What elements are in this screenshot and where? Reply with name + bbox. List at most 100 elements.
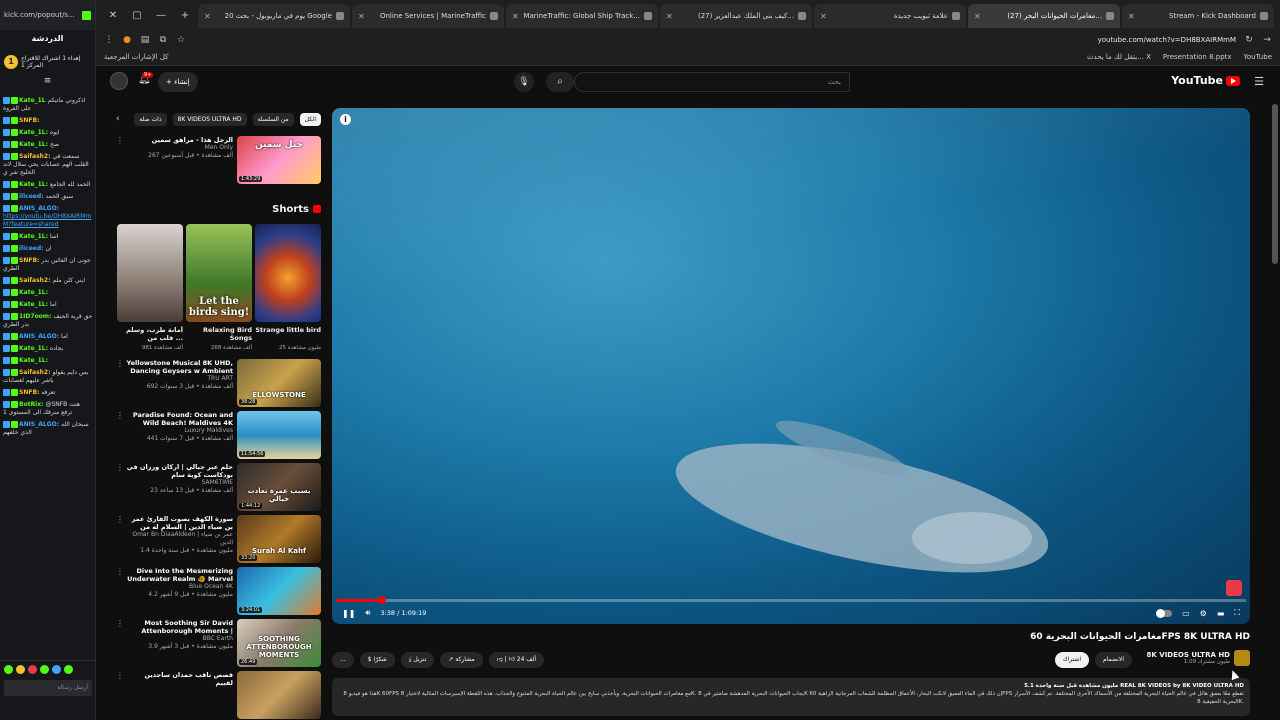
more-options-icon[interactable]: ⋮: [116, 136, 124, 184]
like-dislike-button[interactable]: 👎︎ | 👍︎ 24 ألف: [488, 652, 545, 668]
theater-mode-icon[interactable]: ▬: [1217, 609, 1225, 618]
chip[interactable]: من السلسلة: [252, 112, 294, 126]
chat-username[interactable]: Kate_1L:: [19, 289, 48, 296]
more-options-icon[interactable]: ⋮: [116, 463, 124, 511]
chat-username[interactable]: Kate_1L: [19, 97, 46, 104]
chat-username[interactable]: Kate_1L:: [19, 357, 48, 364]
chat-username[interactable]: Kate_1L:: [19, 141, 48, 148]
rec-video[interactable]: ⋮ Yellowstone Musical 8K UHD, Dancing Gey…: [116, 359, 321, 407]
mic-icon[interactable]: 🎙︎: [514, 72, 534, 92]
browser-tab[interactable]: ✕ 20 يوم في ماريوبول - بحث Google: [198, 4, 350, 28]
scrollbar[interactable]: [1272, 104, 1278, 264]
volume-icon[interactable]: 🔊︎: [365, 608, 370, 618]
channel-watermark-icon[interactable]: [1226, 580, 1242, 596]
rec-thumbnail[interactable]: ELLOWSTONE 38:28: [237, 359, 321, 407]
avatar[interactable]: [110, 72, 128, 90]
rec-thumbnail[interactable]: بسبب عمرة تعادت خيالي 1:44:12: [237, 463, 321, 511]
tab-close-icon[interactable]: ✕: [666, 12, 673, 21]
emote-icon[interactable]: [16, 665, 25, 674]
rec-video[interactable]: ⋮ الرجل هذا - مراهق سمين Men Only 267 أل…: [116, 136, 321, 184]
bookmark-item[interactable]: يتقل لك ما يحدث... X: [1087, 53, 1151, 61]
rec-video[interactable]: ⋮ Most Soothing Sir David Attenborough Mo…: [116, 619, 321, 667]
chat-username[interactable]: iliceed:: [19, 193, 44, 200]
browser-tab[interactable]: ✕ علامة تبويب جديدة: [814, 4, 966, 28]
channel-avatar[interactable]: [1234, 650, 1250, 666]
chat-username[interactable]: Kate_1L:: [19, 301, 48, 308]
more-options-icon[interactable]: ⋮: [116, 671, 124, 719]
hamburger-menu-icon[interactable]: ☰: [1254, 75, 1264, 88]
close-window-icon[interactable]: ✕: [102, 6, 124, 26]
chat-username[interactable]: SNFB:: [19, 389, 39, 396]
rec-thumbnail[interactable]: 3:24:01: [237, 567, 321, 615]
chat-username[interactable]: SNFB:: [19, 257, 39, 264]
search-input[interactable]: بحث: [574, 72, 850, 92]
browser-tab[interactable]: ✕ Stream - Kick Dashboard: [1122, 4, 1274, 28]
channel-info[interactable]: 8K VIDEOS ULTRA HD 1.09 مليون مشترك: [1147, 650, 1250, 666]
tab-close-icon[interactable]: ✕: [974, 12, 981, 21]
more-options-icon[interactable]: ⋮: [116, 515, 124, 563]
menu-icon[interactable]: ⋮: [104, 35, 114, 45]
youtube-logo[interactable]: YouTube: [1171, 74, 1240, 87]
short-thumbnail[interactable]: [255, 224, 321, 322]
short-item[interactable]: Strange little bird 25 مليون مشاهدة: [255, 224, 321, 351]
join-button[interactable]: الانضمام: [1095, 652, 1132, 668]
profile-icon[interactable]: ●: [122, 35, 132, 45]
back-icon[interactable]: →: [1262, 35, 1272, 45]
chip-selected[interactable]: الكل: [299, 112, 321, 126]
rec-video[interactable]: ⋮ قصص ناقب حمدان ساجدين لقبيم: [116, 671, 321, 719]
browser-tab[interactable]: ✕ Online Services | MarineTraffic: [352, 4, 504, 28]
rec-thumbnail[interactable]: Surah Al Kahf 33:20: [237, 515, 321, 563]
chat-username[interactable]: Kate_1L:: [19, 181, 48, 188]
more-options-icon[interactable]: ⋮: [116, 411, 124, 459]
chevron-down-icon[interactable]: ≡: [0, 76, 95, 86]
chat-username[interactable]: iliceed:: [19, 245, 44, 252]
new-tab-icon[interactable]: +: [174, 6, 196, 26]
emote-icon[interactable]: [40, 665, 49, 674]
tab-close-icon[interactable]: ✕: [512, 12, 519, 21]
download-button[interactable]: ⤓ تنزيل: [400, 652, 435, 668]
chat-username[interactable]: Saifash2:: [19, 277, 51, 284]
short-thumbnail[interactable]: Let the birds sing!: [186, 224, 252, 322]
chip[interactable]: ذات صلة: [134, 112, 167, 126]
tab-close-icon[interactable]: ✕: [358, 12, 365, 21]
bookmark-item[interactable]: Presentation 8.pptx: [1163, 53, 1232, 61]
rec-video[interactable]: ⋮ سورة الكهف بصوت القارئ عمر بن ضياء الدي…: [116, 515, 321, 563]
rec-thumbnail[interactable]: SOOTHING ATTENBOROUGH MOMENTS 26:49: [237, 619, 321, 667]
chat-username[interactable]: ANIS_ALGO:: [19, 205, 59, 212]
chat-username[interactable]: SNFB:: [19, 117, 39, 124]
short-item[interactable]: Let the birds sing! Relaxing Bird Songs …: [186, 224, 252, 351]
chat-username[interactable]: Kate_1L:: [19, 345, 48, 352]
fullscreen-icon[interactable]: ⛶: [1234, 608, 1240, 618]
chat-username[interactable]: BotRix:: [19, 401, 44, 408]
rec-thumbnail[interactable]: [237, 671, 321, 719]
subtitles-icon[interactable]: ▭: [1182, 609, 1190, 618]
browser-tab[interactable]: ✕ MarineTraffic: Global Ship Track...: [506, 4, 658, 28]
chat-username[interactable]: Saifash2:: [19, 153, 51, 160]
chat-username[interactable]: 1ID7oom:: [19, 313, 51, 320]
share-button[interactable]: ↗ مشاركة: [440, 652, 483, 668]
all-bookmarks-folder[interactable]: كل الإشارات المرجعية: [104, 53, 169, 61]
autoplay-toggle[interactable]: [1156, 608, 1173, 618]
chat-username[interactable]: Kate_1L:: [19, 233, 48, 240]
maximize-window-icon[interactable]: ▢: [126, 6, 148, 26]
emote-icon[interactable]: [4, 665, 13, 674]
browser-tab[interactable]: ✕ (27) مغامرات الحيوانات البحر...: [968, 4, 1120, 28]
chat-username[interactable]: ANIS_ALGO:: [19, 421, 59, 428]
thanks-button[interactable]: $ شكرًا: [359, 652, 395, 668]
info-icon[interactable]: i: [340, 114, 351, 125]
emote-icon[interactable]: [52, 665, 61, 674]
description-box[interactable]: 5.1 مليون مشاهدة قبل سنة واحدة REAL 8K V…: [332, 678, 1250, 716]
bookmark-star-icon[interactable]: ☆: [176, 35, 186, 45]
rec-video[interactable]: ⋮ Dive Into the Mesmerizing Underwater Re…: [116, 567, 321, 615]
chat-link[interactable]: https://youtu.be/DH8XAIRMmM?feature=shar…: [3, 213, 91, 228]
browser-tab[interactable]: ✕ (27) كيف بنى الملك عبدالعزيز...: [660, 4, 812, 28]
chat-username[interactable]: Saifash2:: [19, 369, 51, 376]
tab-close-icon[interactable]: ✕: [820, 12, 827, 21]
emote-icon[interactable]: [64, 665, 73, 674]
rec-thumbnail[interactable]: 11:54:56: [237, 411, 321, 459]
extensions-icon[interactable]: ⧉: [158, 35, 168, 45]
pause-icon[interactable]: ❚❚: [342, 609, 355, 618]
more-options-icon[interactable]: ⋮: [116, 359, 124, 407]
subscribe-button[interactable]: اشتراك: [1054, 652, 1090, 668]
create-button[interactable]: + إنشاء: [158, 72, 198, 92]
